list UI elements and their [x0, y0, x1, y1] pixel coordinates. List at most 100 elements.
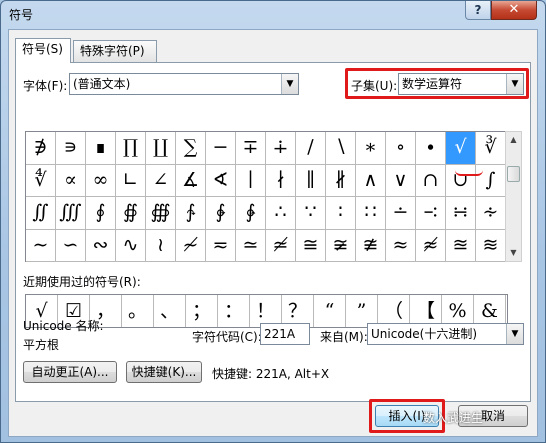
symbol-cell[interactable]: ∩ — [416, 164, 446, 197]
unicode-name-label: Unicode 名称: — [23, 319, 104, 333]
symbol-cell[interactable]: ∺ — [446, 197, 476, 230]
symbol-cell[interactable]: ≇ — [356, 229, 386, 262]
symbol-cell[interactable]: ≀ — [146, 229, 176, 262]
symbol-cell[interactable]: ∓ — [236, 132, 266, 165]
symbol-cell[interactable]: ∦ — [326, 164, 356, 197]
shortcut-key-button[interactable]: 快捷键(K)... — [126, 361, 202, 383]
symbol-cell[interactable]: ∱ — [176, 197, 206, 230]
symbol-cell[interactable]: ∠ — [146, 164, 176, 197]
symbol-cell[interactable]: ∌ — [26, 132, 56, 165]
symbol-cell[interactable]: ≋ — [476, 229, 506, 262]
symbol-cell[interactable]: ∽ — [56, 229, 86, 262]
recent-symbol-cell[interactable]: 。 — [122, 295, 154, 327]
recent-symbol-cell[interactable]: ； — [186, 295, 218, 327]
symbol-cell[interactable]: ∜ — [26, 164, 56, 197]
autocorrect-button[interactable]: 自动更正(A)... — [23, 361, 117, 383]
symbol-cell[interactable]: ∔ — [266, 132, 296, 165]
symbol-cell[interactable]: ∣ — [236, 164, 266, 197]
underline-annotation — [455, 170, 483, 176]
from-select-value: Unicode(十六进制) — [371, 327, 478, 341]
symbol-cell[interactable]: ∙ — [416, 132, 446, 165]
symbol-cell[interactable]: ∾ — [86, 229, 116, 262]
symbol-cell[interactable]: ∝ — [56, 164, 86, 197]
symbol-cell[interactable]: ≁ — [176, 229, 206, 262]
symbol-cell[interactable]: ∖ — [326, 132, 356, 165]
title-bar[interactable]: 符号 ? ✕ — [1, 1, 545, 27]
symbol-cell[interactable]: ∷ — [356, 197, 386, 230]
symbol-cell[interactable]: ∎ — [86, 132, 116, 165]
scroll-up-icon[interactable]: ▲ — [506, 132, 521, 148]
symbol-cell[interactable]: ∳ — [236, 197, 266, 230]
symbol-cell[interactable]: ∗ — [356, 132, 386, 165]
symbol-cell[interactable]: ∕ — [296, 132, 326, 165]
symbol-cell[interactable]: ∟ — [116, 164, 146, 197]
symbol-cell[interactable]: ∏ — [116, 132, 146, 165]
font-select[interactable]: (普通文本) ▼ — [69, 73, 299, 95]
tab-symbols[interactable]: 符号(S) — [15, 38, 71, 63]
close-button[interactable]: ✕ — [491, 1, 537, 20]
symbol-cell[interactable]: ∶ — [326, 197, 356, 230]
shortcut-key-text: 快捷键: 221A, Alt+X — [212, 367, 330, 381]
symbol-cell[interactable]: ≊ — [446, 229, 476, 262]
symbol-cell[interactable]: ≅ — [296, 229, 326, 262]
symbol-cell[interactable]: ∥ — [296, 164, 326, 197]
symbol-cell[interactable]: ≂ — [206, 229, 236, 262]
font-select-value: (普通文本) — [73, 77, 131, 91]
symbol-cell[interactable]: ∑ — [176, 132, 206, 165]
symbol-cell[interactable]: ∿ — [116, 229, 146, 262]
symbol-cell[interactable]: ∞ — [86, 164, 116, 197]
char-code-label: 字符代码(C): — [192, 330, 262, 344]
symbol-cell[interactable]: ∐ — [146, 132, 176, 165]
symbol-cell[interactable]: ≃ — [236, 229, 266, 262]
symbol-cell[interactable]: ∻ — [476, 197, 506, 230]
symbol-cell[interactable]: ∧ — [356, 164, 386, 197]
chevron-down-icon[interactable]: ▼ — [281, 74, 298, 94]
dialog-client-area: 符号(S) 特殊字符(P) 字体(F): (普通文本) ▼ 子集(U): 数学运… — [8, 29, 538, 437]
symbol-cell[interactable]: ∹ — [416, 197, 446, 230]
from-select[interactable]: Unicode(十六进制) ▼ — [367, 323, 524, 345]
symbol-cell[interactable]: ∼ — [26, 229, 56, 262]
recent-symbol-cell[interactable]: 、 — [154, 295, 186, 327]
symbol-cell[interactable]: ∘ — [386, 132, 416, 165]
symbol-cell[interactable]: ∛ — [476, 132, 506, 165]
symbol-cell[interactable]: ∲ — [206, 197, 236, 230]
window-title: 符号 — [9, 8, 34, 22]
symbol-cell[interactable]: ∍ — [56, 132, 86, 165]
symbol-cell[interactable]: − — [206, 132, 236, 165]
unicode-name-value: 平方根 — [23, 338, 60, 352]
watermark-text: 数入武进生 — [423, 411, 484, 425]
symbol-dialog-window: 符号 ? ✕ 符号(S) 特殊字符(P) 字体(F): (普通文本) ▼ 子集(… — [0, 0, 546, 443]
subset-select-value: 数学运算符 — [402, 77, 463, 91]
symbol-cell[interactable]: ∴ — [266, 197, 296, 230]
symbol-cell[interactable]: ∵ — [296, 197, 326, 230]
symbol-cell[interactable]: ∨ — [386, 164, 416, 197]
chevron-down-icon[interactable]: ▼ — [506, 74, 523, 94]
recent-symbol-cell[interactable]: “ — [314, 295, 346, 327]
char-code-input[interactable]: 221A — [260, 323, 310, 345]
tab-special-characters[interactable]: 特殊字符(P) — [73, 40, 157, 62]
symbol-cell[interactable]: ≄ — [266, 229, 296, 262]
symbol-cell[interactable]: ∤ — [266, 164, 296, 197]
symbol-cell[interactable]: ∸ — [386, 197, 416, 230]
symbol-cell[interactable]: ∰ — [146, 197, 176, 230]
recent-symbol-cell[interactable]: ： — [218, 295, 250, 327]
symbol-cell[interactable]: ≉ — [416, 229, 446, 262]
scroll-down-icon[interactable]: ▼ — [506, 245, 521, 261]
subset-label: 子集(U): — [351, 79, 398, 93]
symbol-grid-scrollbar[interactable]: ▲ ▼ — [505, 131, 522, 262]
symbol-cell[interactable]: ∯ — [116, 197, 146, 230]
symbol-cell[interactable]: ∬ — [26, 197, 56, 230]
subset-select[interactable]: 数学运算符 ▼ — [398, 73, 524, 95]
symbol-cell[interactable]: ≈ — [386, 229, 416, 262]
symbol-cell[interactable]: ∢ — [206, 164, 236, 197]
symbol-cell[interactable]: ∭ — [56, 197, 86, 230]
scroll-thumb[interactable] — [507, 166, 520, 182]
help-button[interactable]: ? — [465, 1, 491, 20]
symbol-grid[interactable]: ∌ ∍ ∎ ∏ ∐ ∑ − ∓ ∔ ∕ ∖ ∗ ∘ ∙ √ ∛ ∜ ∝ ∞ ∟ ∠ ∡ ∢ ∣ ∤ ∥ ∦ ∧ ∨ ∩ ∪ ∫ ∬ ∭ ∮ ∯ ∰ ∱ ∲ ∳… — [25, 131, 506, 262]
from-label: 来自(M): — [320, 330, 368, 344]
chevron-down-icon[interactable]: ▼ — [506, 324, 523, 344]
symbol-cell[interactable]: √ — [446, 132, 476, 165]
symbol-cell[interactable]: ∡ — [176, 164, 206, 197]
symbol-cell[interactable]: ∮ — [86, 197, 116, 230]
symbol-cell[interactable]: ≆ — [326, 229, 356, 262]
